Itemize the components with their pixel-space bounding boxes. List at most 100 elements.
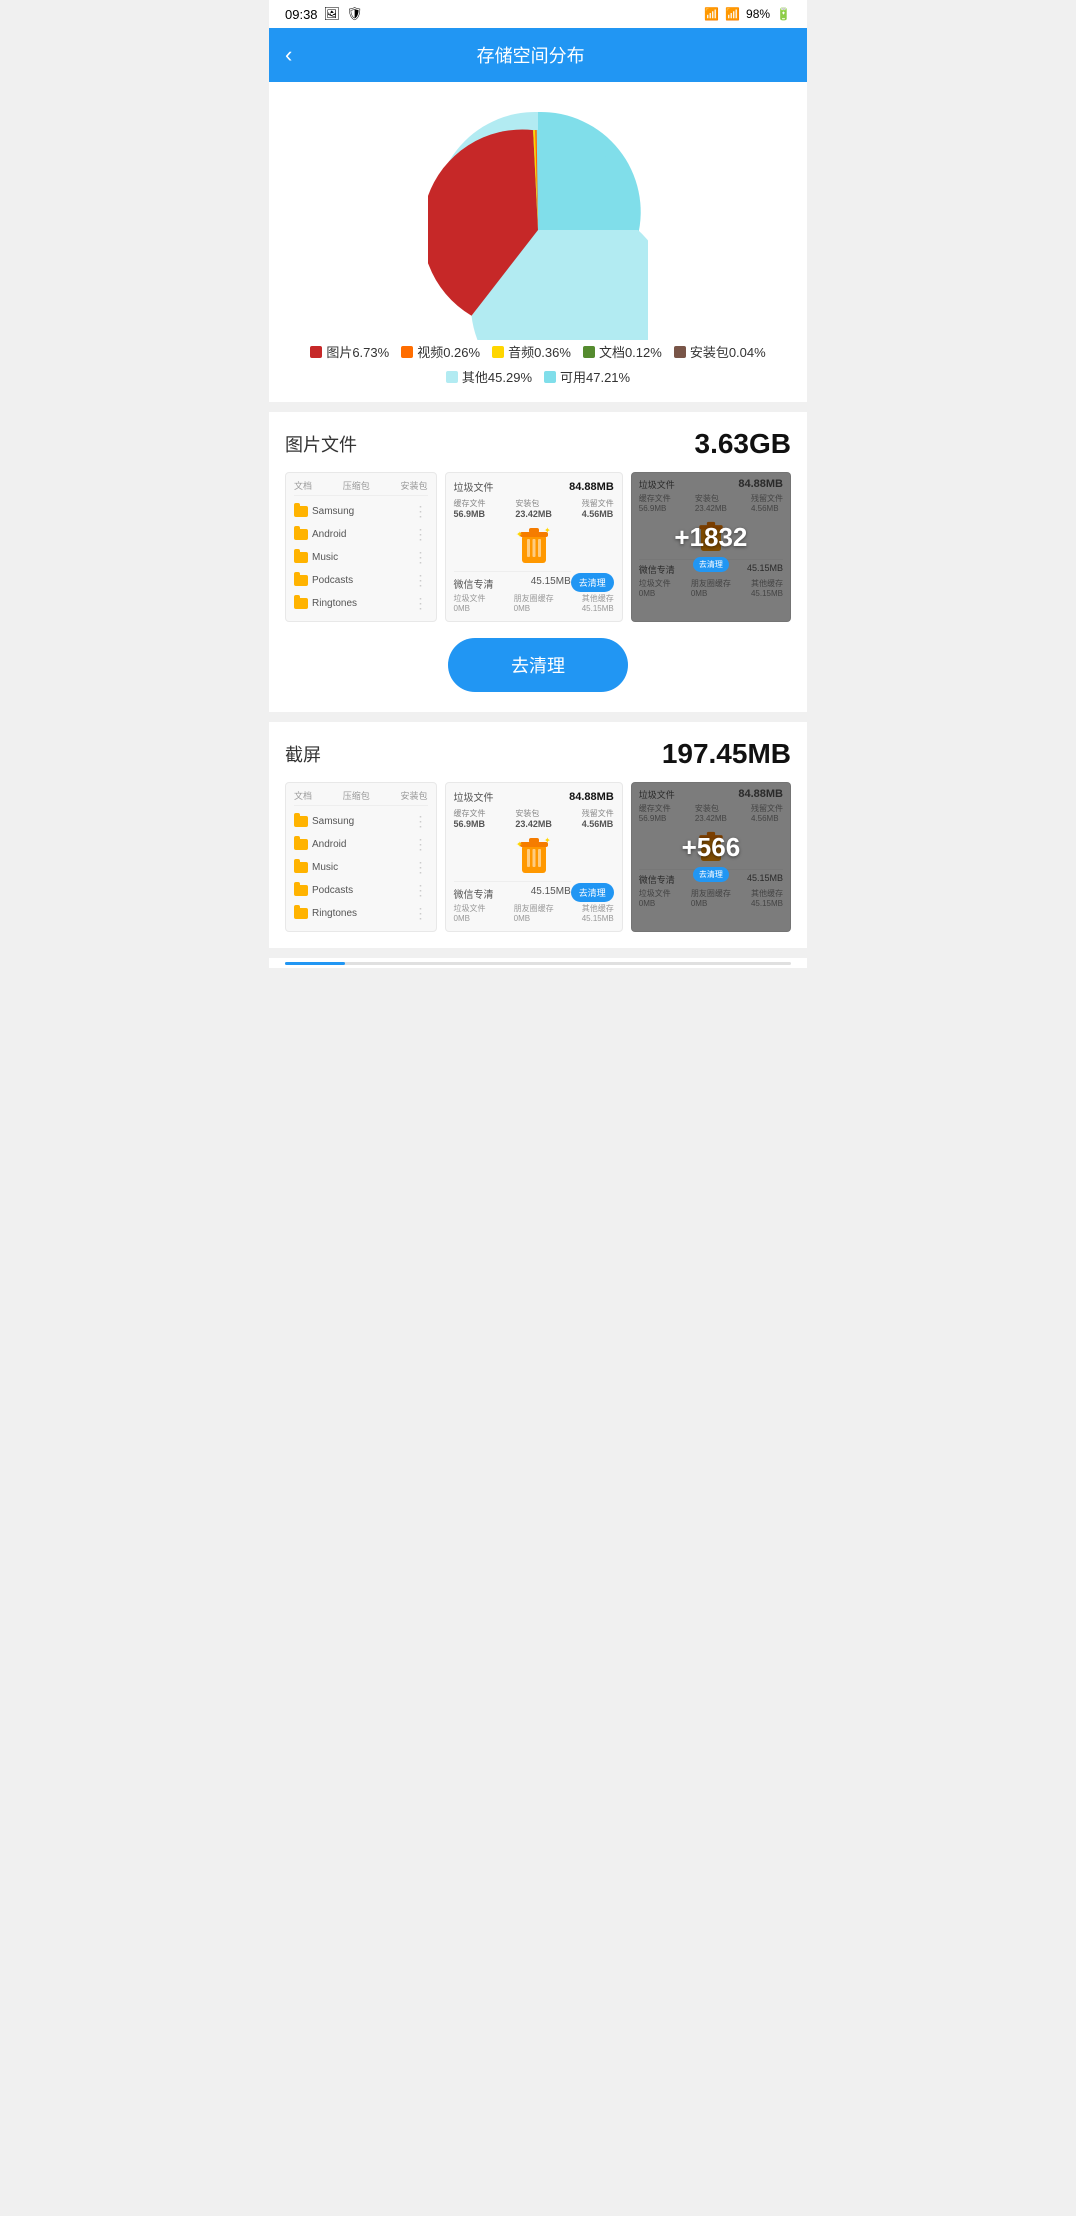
list-item[interactable]: Samsung ⋮ [294, 810, 428, 833]
time-text: 09:38 [285, 7, 318, 22]
screenshots-thumbnails: 文档 压缩包 安装包 Samsung ⋮ Android ⋮ Music ⋮ [285, 782, 791, 932]
col-zip2: 压缩包 [343, 789, 370, 802]
list-item[interactable]: Music ⋮ [294, 856, 428, 879]
scroll-track [285, 962, 791, 965]
plus-clean-button2[interactable]: 去清理 [693, 867, 729, 882]
legend-dot-audio [492, 346, 504, 358]
shield-icon: 🛡 [346, 6, 363, 22]
svg-text:✦: ✦ [516, 530, 523, 539]
list-item[interactable]: Podcasts ⋮ [294, 569, 428, 592]
legend-label-other: 其他45.29% [462, 367, 532, 386]
photos-section-header: 图片文件 3.63GB [285, 428, 791, 460]
legend-dot-apps [674, 346, 686, 358]
scroll-thumb [285, 962, 345, 965]
col-zip: 压缩包 [343, 479, 370, 492]
junk-sub-row: 缓存文件56.9MB 安装包23.42MB 残留文件4.56MB [454, 498, 614, 519]
back-button[interactable]: ‹ [285, 42, 292, 68]
list-item[interactable]: Android ⋮ [294, 523, 428, 546]
junk-title-text: 垃圾文件 [454, 479, 494, 494]
battery-icon: 🔋 [776, 7, 791, 21]
junk-total-size2: 84.88MB [569, 791, 614, 803]
legend-label-audio: 音频0.36% [508, 342, 571, 361]
svg-text:✦: ✦ [544, 836, 551, 845]
wechat-size: 45.15MB [531, 576, 571, 591]
junk-clean-button[interactable]: 去清理 [571, 573, 614, 592]
legend-item-other: 其他45.29% [446, 367, 532, 386]
legend-dot-photos [310, 346, 322, 358]
junk-clean-button2[interactable]: 去清理 [571, 883, 614, 902]
cache-label: 缓存文件56.9MB [454, 498, 486, 519]
scroll-indicator-bar [269, 958, 807, 968]
screenshots-section: 截屏 197.45MB 文档 压缩包 安装包 Samsung ⋮ Android… [269, 722, 807, 948]
list-item[interactable]: Android ⋮ [294, 833, 428, 856]
legend-label-docs: 文档0.12% [599, 342, 662, 361]
apk-label2: 安装包23.42MB [515, 808, 552, 829]
col-apk2: 安装包 [401, 789, 428, 802]
screenshots-section-title: 截屏 [285, 741, 321, 767]
list-item[interactable]: Podcasts ⋮ [294, 879, 428, 902]
plus-dim-overlay2: +566 去清理 [631, 782, 791, 932]
status-right: 📶 📶 98% 🔋 [704, 7, 791, 21]
list-item-ringtones2[interactable]: Ringtones ⋮ [294, 902, 428, 925]
legend-item-video: 视频0.26% [401, 342, 480, 361]
screenshots-section-header: 截屏 197.45MB [285, 738, 791, 770]
pie-chart-proper [428, 120, 648, 340]
legend-label-video: 视频0.26% [417, 342, 480, 361]
legend-label-available: 可用47.21% [560, 367, 630, 386]
wechat-other2: 其他缓存45.15MB [582, 903, 614, 923]
big-clean-button-photos[interactable]: 去清理 [448, 638, 628, 692]
junk-title-row2: 垃圾文件 84.88MB [454, 789, 614, 804]
plus-count-text: +1832 [674, 522, 747, 553]
col-docs: 文档 [294, 479, 312, 492]
pie-chart [428, 102, 648, 322]
apk-label: 安装包23.42MB [515, 498, 552, 519]
wechat-other: 其他缓存45.15MB [582, 593, 614, 613]
list-item[interactable]: Samsung ⋮ [294, 500, 428, 523]
main-content: 图片6.73% 视频0.26% 音频0.36% 文档0.12% 安装包0.04%… [269, 82, 807, 968]
legend-dot-other [446, 371, 458, 383]
screenshots-junk-card: 垃圾文件 84.88MB 缓存文件56.9MB 安装包23.42MB 残留文件4… [445, 782, 623, 932]
wechat-title2: 微信专清 [454, 886, 494, 901]
status-time: 09:38 🖼 🛡 [285, 6, 363, 22]
plus-count-text2: +566 [682, 832, 741, 863]
residual-label: 残留文件4.56MB [582, 498, 614, 519]
plus-clean-button[interactable]: 去清理 [693, 557, 729, 572]
legend-item-photos: 图片6.73% [310, 342, 389, 361]
legend-dot-video [401, 346, 413, 358]
legend-item-audio: 音频0.36% [492, 342, 571, 361]
residual-label2: 残留文件4.56MB [582, 808, 614, 829]
junk-total-size: 84.88MB [569, 481, 614, 493]
legend-dot-available [544, 371, 556, 383]
screenshots-plus-card: 垃圾文件84.88MB 缓存文件56.9MB 安装包23.42MB 残留文件4.… [631, 782, 791, 932]
image-icon: 🖼 [324, 6, 341, 22]
list-item-ringtones[interactable]: Ringtones ⋮ [294, 592, 428, 615]
legend-dot-docs [583, 346, 595, 358]
junk-image-row: ✦ ✦ [454, 525, 614, 565]
screenshots-section-size: 197.45MB [662, 738, 791, 770]
trash-icon2: ✦ ✦ [516, 835, 552, 875]
header: ‹ 存储空间分布 [269, 28, 807, 82]
junk-sub-row2: 缓存文件56.9MB 安装包23.42MB 残留文件4.56MB [454, 808, 614, 829]
legend-label-photos: 图片6.73% [326, 342, 389, 361]
file-list-header: 文档 压缩包 安装包 [294, 479, 428, 496]
wifi-icon: 📶 [704, 7, 719, 21]
list-item[interactable]: Music ⋮ [294, 546, 428, 569]
col-apk: 安装包 [401, 479, 428, 492]
wechat-sub-row2: 垃圾文件0MB 朋友圈缓存0MB 其他缓存45.15MB [454, 903, 614, 923]
legend-item-available: 可用47.21% [544, 367, 630, 386]
wechat-junk: 垃圾文件0MB [454, 593, 486, 613]
chart-section: 图片6.73% 视频0.26% 音频0.36% 文档0.12% 安装包0.04%… [269, 82, 807, 402]
plus-dim-overlay: +1832 去清理 [631, 472, 791, 622]
photos-section-title: 图片文件 [285, 431, 357, 457]
photos-section: 图片文件 3.63GB 文档 压缩包 安装包 Samsung ⋮ Android… [269, 412, 807, 712]
wechat-row2: 微信专清 45.15MB [454, 881, 571, 901]
signal-icon: 📶 [725, 7, 740, 21]
screenshots-file-list: 文档 压缩包 安装包 Samsung ⋮ Android ⋮ Music ⋮ [285, 782, 437, 932]
junk-image-row2: ✦ ✦ [454, 835, 614, 875]
page-title: 存储空间分布 [302, 42, 759, 68]
status-bar: 09:38 🖼 🛡 📶 📶 98% 🔋 [269, 0, 807, 28]
wechat-junk2: 垃圾文件0MB [454, 903, 486, 923]
junk-title-row: 垃圾文件 84.88MB [454, 479, 614, 494]
chart-legend: 图片6.73% 视频0.26% 音频0.36% 文档0.12% 安装包0.04%… [285, 342, 791, 386]
legend-item-apps: 安装包0.04% [674, 342, 766, 361]
